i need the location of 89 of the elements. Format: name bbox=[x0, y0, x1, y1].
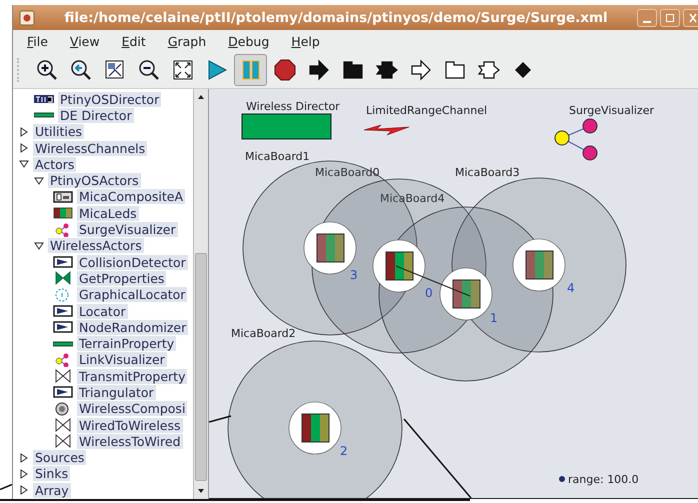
minimize-icon bbox=[643, 20, 651, 22]
menu-item[interactable]: View bbox=[70, 34, 100, 48]
menu-item[interactable]: Graph bbox=[168, 34, 206, 48]
library-item[interactable]: PtinyOSActors bbox=[48, 173, 141, 188]
range-dot-icon bbox=[559, 476, 565, 482]
scroll-down-icon bbox=[196, 487, 206, 495]
mica-board-node[interactable] bbox=[372, 240, 426, 292]
flag-box-icon bbox=[53, 385, 73, 400]
fullscreen-icon bbox=[170, 58, 194, 82]
director-block[interactable] bbox=[242, 114, 332, 140]
leader-line bbox=[0, 484, 12, 490]
library-item[interactable]: DE Director bbox=[58, 108, 134, 123]
menu-item[interactable]: Edit bbox=[122, 34, 146, 48]
library-item[interactable]: MicaCompositeA bbox=[77, 189, 186, 204]
node-number: 2 bbox=[340, 444, 348, 458]
node-number: 3 bbox=[350, 268, 358, 282]
expanded-icon[interactable] bbox=[34, 240, 44, 251]
zoom-reset-icon bbox=[68, 58, 92, 82]
outline-arrow-icon bbox=[408, 58, 432, 82]
range-label: range: 100.0 bbox=[568, 473, 639, 486]
library-item[interactable]: Sources bbox=[33, 450, 86, 466]
library-item[interactable]: CollisionDetector bbox=[77, 254, 188, 270]
menu-item[interactable]: Help bbox=[291, 34, 320, 48]
zoom-out-icon bbox=[136, 58, 160, 82]
close-button[interactable] bbox=[683, 8, 698, 26]
scroll-thumb[interactable] bbox=[195, 253, 208, 481]
lightning-icon[interactable] bbox=[364, 124, 410, 136]
library-item[interactable]: WirelessComposi bbox=[77, 401, 188, 416]
library-item[interactable]: TerrainProperty bbox=[77, 336, 176, 352]
maximize-button[interactable] bbox=[660, 8, 680, 26]
arrow-icon bbox=[306, 58, 330, 82]
library-item[interactable]: WirelessActors bbox=[48, 238, 144, 254]
leds-icon bbox=[53, 206, 73, 220]
library-item[interactable]: WiredToWireless bbox=[77, 418, 183, 433]
flag-box-icon bbox=[53, 320, 73, 334]
leader-line bbox=[209, 415, 232, 423]
flag-box-icon bbox=[53, 255, 73, 270]
library-item[interactable]: WirelessChannels bbox=[33, 140, 148, 156]
library-item[interactable]: PtinyOSDirector bbox=[58, 92, 162, 107]
maximize-icon bbox=[665, 12, 675, 22]
menu-item[interactable]: Debug bbox=[228, 34, 270, 48]
visualizer-label: SurgeVisualizer bbox=[569, 104, 654, 117]
node-label: MicaBoard2 bbox=[231, 327, 296, 340]
stop-icon bbox=[272, 58, 296, 82]
library-item[interactable]: GraphicalLocator bbox=[77, 287, 188, 302]
bowtie-outline-icon bbox=[53, 369, 73, 384]
library-item[interactable]: TransmitProperty bbox=[77, 368, 188, 384]
node-graph-icon[interactable] bbox=[554, 118, 598, 160]
collapsed-icon[interactable] bbox=[19, 143, 29, 154]
zoom-in-icon bbox=[34, 58, 58, 82]
collapsed-icon[interactable] bbox=[19, 468, 29, 479]
library-item[interactable]: Sinks bbox=[33, 466, 70, 482]
bowtie-outline-icon bbox=[53, 418, 73, 432]
app-icon bbox=[19, 10, 35, 26]
collapsed-icon[interactable] bbox=[19, 126, 29, 137]
node-number: 0 bbox=[425, 286, 433, 300]
window-title: file:/home/celaine/ptII/ptolemy/domains/ptinyos/demo/Surge/Surge.xml bbox=[63, 10, 609, 26]
scrollbar[interactable] bbox=[193, 89, 208, 499]
flag-box-icon bbox=[53, 304, 73, 318]
library-item[interactable]: GetProperties bbox=[77, 270, 166, 286]
channel-label: LimitedRangeChannel bbox=[366, 104, 488, 117]
library-item[interactable]: NodeRandomizer bbox=[77, 320, 188, 335]
minimize-button[interactable] bbox=[637, 8, 657, 26]
expanded-icon[interactable] bbox=[19, 159, 29, 170]
mica-board-node[interactable] bbox=[512, 238, 566, 292]
composite-icon bbox=[53, 190, 73, 204]
director-label: Wireless Director bbox=[246, 100, 340, 113]
library-item[interactable]: Utilities bbox=[33, 124, 84, 140]
scroll-up-icon bbox=[196, 93, 206, 101]
mica-board-node[interactable] bbox=[288, 402, 342, 454]
node-label: MicaBoard1 bbox=[245, 150, 310, 163]
expanded-icon[interactable] bbox=[34, 176, 44, 186]
node-number: 1 bbox=[490, 311, 498, 325]
collapsed-icon[interactable] bbox=[19, 452, 29, 463]
node-label: MicaBoard3 bbox=[455, 166, 520, 179]
library-item[interactable]: Actors bbox=[33, 156, 76, 172]
node-number: 4 bbox=[567, 281, 575, 295]
library-item[interactable]: Triangulator bbox=[77, 384, 156, 400]
library-item[interactable]: Locator bbox=[77, 304, 128, 318]
mica-board-node[interactable] bbox=[440, 268, 492, 320]
library-item[interactable]: MicaLeds bbox=[77, 206, 139, 221]
library-item[interactable]: LinkVisualizer bbox=[77, 352, 167, 368]
collapsed-icon[interactable] bbox=[19, 485, 29, 496]
library-item[interactable]: Array bbox=[33, 482, 71, 498]
close-icon bbox=[689, 12, 697, 22]
library-item[interactable]: SurgeVisualizer bbox=[77, 222, 178, 238]
bowtie-icon bbox=[53, 271, 73, 286]
library-item[interactable]: WirelessToWired bbox=[77, 434, 183, 449]
menu-item[interactable]: File bbox=[27, 34, 48, 48]
